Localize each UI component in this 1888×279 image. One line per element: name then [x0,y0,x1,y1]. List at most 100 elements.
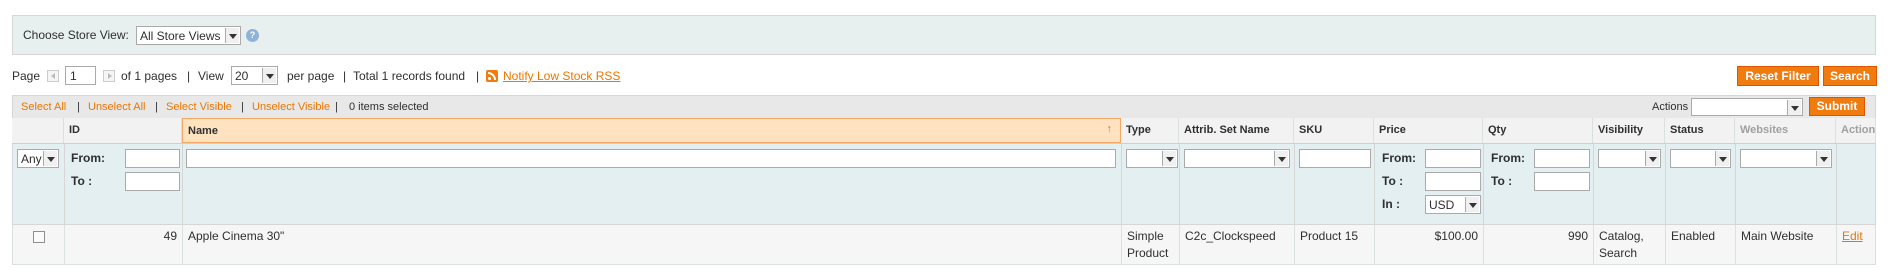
header-type[interactable]: Type [1121,118,1179,143]
of-pages-text: of 1 pages [121,69,178,83]
filter-sku [1295,144,1375,224]
filter-type [1122,144,1180,224]
header-visibility-label: Visibility [1598,124,1644,136]
row-id: 49 [163,229,177,243]
row-type-line1: Simple [1127,229,1164,243]
row-status: Enabled [1671,229,1716,243]
massaction-filter-select[interactable]: Any [17,149,59,168]
store-view-select[interactable]: All Store Views [136,26,241,45]
header-websites-label: Websites [1740,124,1789,136]
sku-filter-input[interactable] [1299,149,1371,168]
unselect-visible-link[interactable]: Unselect Visible [252,101,330,113]
row-sku-cell: Product 15 [1295,225,1375,265]
massaction-separator: | [241,101,244,113]
store-switcher-bar: Choose Store View: All Store Views ? [12,15,1876,55]
header-qty-label: Qty [1488,124,1507,136]
rss-icon [486,70,498,82]
qty-from-input[interactable] [1534,149,1590,168]
header-massaction [12,118,64,143]
currency-select[interactable]: USD [1425,195,1481,214]
row-status-cell: Enabled [1666,225,1736,265]
filter-name [183,144,1122,224]
status-filter-select[interactable] [1670,149,1731,168]
per-page-select[interactable]: 20 [231,66,278,85]
massaction-separator: | [335,101,338,113]
row-attrib-set-cell: C2c_Clockspeed [1180,225,1295,265]
name-filter-input[interactable] [186,149,1116,168]
per-page-value: 20 [235,69,249,83]
filter-websites [1736,144,1837,224]
type-filter-select[interactable] [1126,149,1178,168]
row-type-cell: Simple Product [1122,225,1180,265]
row-visibility-line1: Catalog, [1599,229,1644,243]
actions-label: Actions [1652,101,1689,113]
page-input[interactable]: 1 [65,66,96,85]
header-name[interactable]: Name ↑ [182,118,1121,143]
chevron-down-icon [1787,100,1801,115]
header-qty[interactable]: Qty [1483,118,1593,143]
grid-header: ID Name ↑ Type Attrib. Set Name SKU Pric… [12,118,1876,143]
filter-price: From: To : In : USD [1375,144,1484,224]
pager-separator: | [476,69,480,83]
items-selected-count: 0 items selected [349,101,429,113]
pager-separator: | [343,69,347,83]
currency-value: USD [1429,198,1455,212]
row-websites-cell: Main Website [1736,225,1837,265]
sort-arrow-up-icon: ↑ [1106,123,1113,135]
price-to-input[interactable] [1425,172,1481,191]
search-button[interactable]: Search [1823,66,1877,86]
select-all-link[interactable]: Select All [21,101,66,113]
store-view-value: All Store Views [140,29,221,43]
row-select-cell [13,225,65,265]
qty-from-label: From: [1491,151,1525,165]
view-label: View [198,69,224,83]
header-price[interactable]: Price [1374,118,1483,143]
massaction-bar: Select All | Unselect All | Select Visib… [12,95,1876,118]
header-sku[interactable]: SKU [1294,118,1374,143]
row-name-cell: Apple Cinema 30" [183,225,1122,265]
unselect-all-link[interactable]: Unselect All [88,101,145,113]
header-id[interactable]: ID [64,118,182,143]
row-price: $100.00 [1434,229,1478,243]
actions-select[interactable] [1691,98,1803,116]
page-input-value: 1 [70,69,77,83]
row-sku: Product 15 [1300,229,1359,243]
submit-button[interactable]: Submit [1809,97,1865,116]
chevron-down-icon [43,151,57,166]
reset-filter-button[interactable]: Reset Filter [1737,66,1819,86]
websites-filter-select[interactable] [1740,149,1832,168]
filter-status [1666,144,1736,224]
attrib-set-filter-select[interactable] [1184,149,1290,168]
select-visible-link[interactable]: Select Visible [166,101,232,113]
row-edit-link[interactable]: Edit [1842,228,1863,245]
price-from-label: From: [1382,151,1416,165]
header-websites: Websites [1735,118,1836,143]
row-qty-cell: 990 [1484,225,1594,265]
header-id-label: ID [69,124,80,136]
row-websites: Main Website [1741,229,1814,243]
qty-to-input[interactable] [1534,172,1590,191]
filter-id: From: To : [65,144,183,224]
massaction-separator: | [77,101,80,113]
chevron-down-icon [1645,151,1659,166]
row-checkbox[interactable] [33,231,45,243]
price-from-input[interactable] [1425,149,1481,168]
header-attrib-set-label: Attrib. Set Name [1184,124,1270,136]
header-name-label: Name [188,125,218,137]
price-currency-label: In : [1382,197,1400,211]
header-status[interactable]: Status [1665,118,1735,143]
previous-page-icon [47,70,59,82]
header-visibility[interactable]: Visibility [1593,118,1665,143]
row-attrib-set: C2c_Clockspeed [1185,229,1276,243]
notify-low-stock-rss-link[interactable]: Notify Low Stock RSS [503,69,620,83]
visibility-filter-select[interactable] [1598,149,1661,168]
next-page-icon [103,70,115,82]
header-attrib-set[interactable]: Attrib. Set Name [1179,118,1294,143]
id-from-input[interactable] [125,149,180,168]
id-to-input[interactable] [125,172,180,191]
filter-massaction: Any [13,144,65,224]
per-page-label: per page [287,69,335,83]
chevron-down-icon [1274,151,1288,166]
help-icon[interactable]: ? [246,29,259,42]
price-to-label: To : [1382,174,1404,188]
